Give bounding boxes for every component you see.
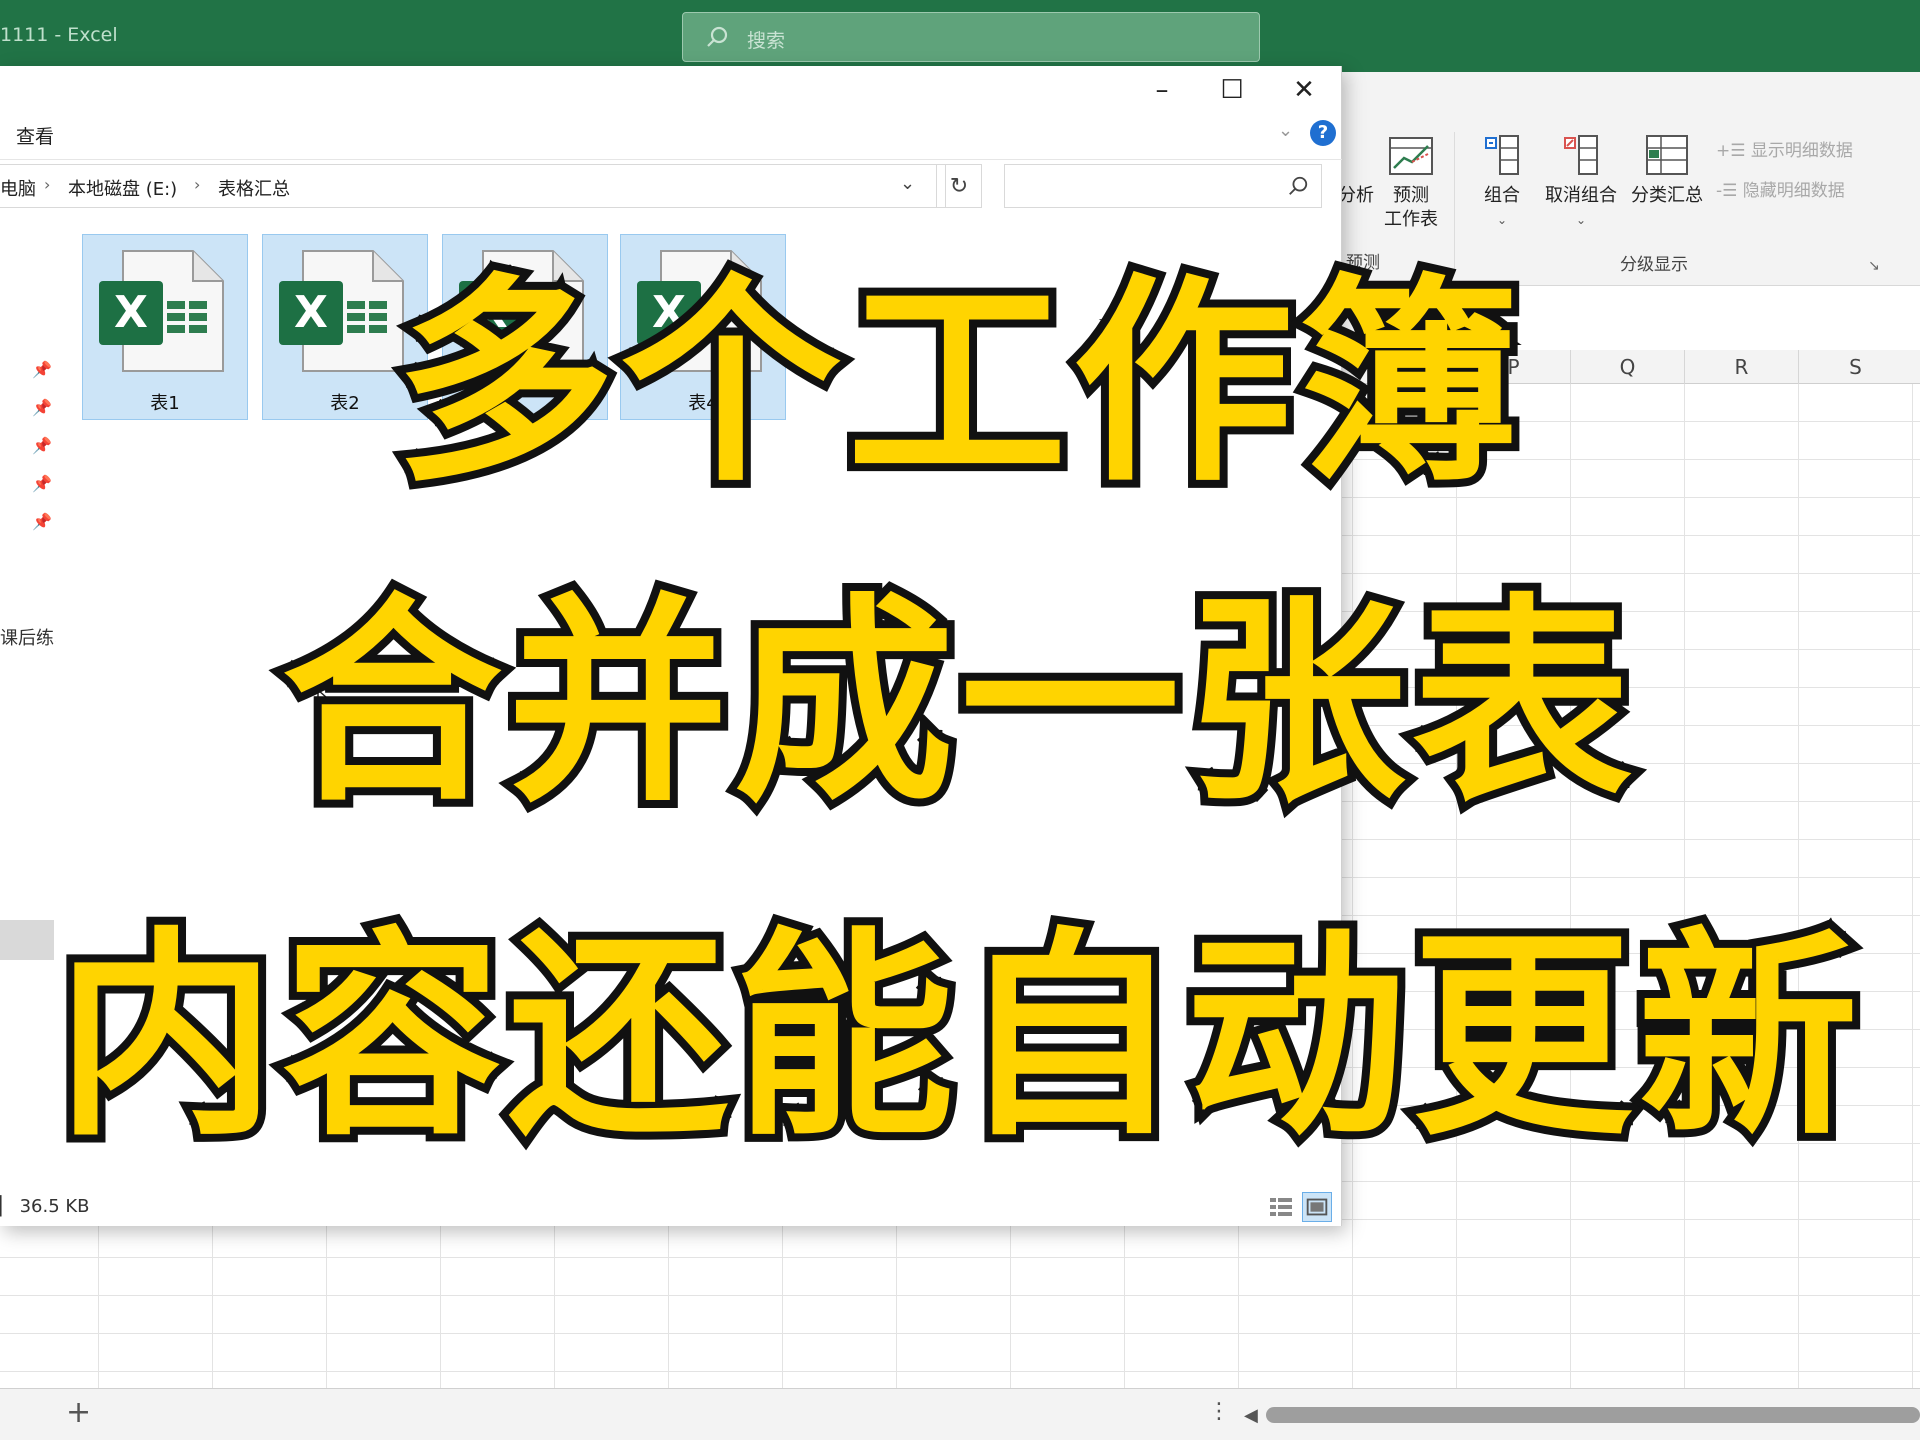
subtotal-label: 分类汇总 [1631, 185, 1703, 206]
excel-search-placeholder: 搜索 [747, 30, 786, 52]
ungroup-icon [1564, 135, 1598, 175]
show-detail-button[interactable]: +☰ 显示明细数据 [1716, 136, 1853, 161]
maximize-button[interactable]: ☐ [1202, 72, 1262, 108]
forecast-sheet-button[interactable]: 预测 工作表 [1380, 134, 1442, 232]
show-detail-icon: +☰ [1716, 141, 1751, 161]
close-button[interactable]: ✕ [1274, 72, 1334, 108]
grid-line [1570, 384, 1571, 1388]
excel-window-title: 1111 - Excel [0, 24, 118, 46]
menu-view[interactable]: 查看 [16, 122, 54, 149]
address-bar[interactable]: 电脑 › 本地磁盘 (E:) › 表格汇总 ⌄ [0, 164, 946, 208]
explorer-menu-bar [0, 114, 1342, 160]
explorer-status-bar: ▏ 36.5 KB [0, 1190, 1342, 1226]
horizontal-scrollbar[interactable] [1266, 1407, 1920, 1423]
grid-line [1798, 384, 1799, 1388]
group-button[interactable]: 组合 ⌄ [1474, 134, 1530, 232]
help-icon[interactable]: ? [1310, 120, 1336, 146]
hide-detail-icon: -☰ [1716, 181, 1743, 201]
chevron-down-icon[interactable]: ⌄ [900, 173, 915, 194]
grid-line [1352, 384, 1353, 1388]
explorer-title-bar: – ☐ ✕ [0, 66, 1342, 114]
ribbon-divider [1454, 132, 1455, 272]
grid-line [1684, 384, 1685, 1388]
details-view-icon[interactable] [1266, 1192, 1296, 1222]
forecast-sheet-label: 预测 工作表 [1384, 185, 1438, 230]
minimize-button[interactable]: – [1132, 72, 1192, 108]
ungroup-button[interactable]: 取消组合 ⌄ [1538, 134, 1624, 232]
status-size: 36.5 KB [19, 1196, 90, 1217]
breadcrumb-computer[interactable]: 电脑 [0, 175, 36, 201]
pin-icon[interactable]: 📌 [32, 512, 52, 531]
explorer-search-input[interactable] [1004, 164, 1322, 208]
group-icon [1485, 135, 1519, 175]
add-sheet-button[interactable]: + [66, 1395, 91, 1431]
analysis-label: 分析 [1338, 185, 1374, 206]
ungroup-label: 取消组合 [1545, 185, 1617, 206]
refresh-button[interactable]: ↻ [936, 164, 982, 208]
caption-line-2: 合并成一张表 [274, 570, 1640, 836]
chevron-down-icon: ⌄ [1575, 213, 1587, 227]
large-icons-view-icon[interactable] [1302, 1192, 1332, 1222]
forecast-sheet-icon [1389, 137, 1433, 175]
screen: 1111 - Excel 搜索 分析 预测 工作表 预测 组合 ⌄ 取消组合 ⌄… [0, 0, 1920, 1440]
hide-detail-button[interactable]: -☰ 隐藏明细数据 [1716, 176, 1845, 201]
excel-title-bar: 1111 - Excel 搜索 [0, 0, 1920, 72]
breadcrumb-folder[interactable]: 表格汇总 [218, 175, 290, 201]
show-detail-label: 显示明细数据 [1750, 141, 1853, 161]
excel-search-box[interactable]: 搜索 [682, 12, 1260, 62]
more-options-icon[interactable]: ⋮ [1208, 1399, 1230, 1424]
scroll-left-icon[interactable]: ◀ [1244, 1405, 1258, 1426]
search-icon [1289, 176, 1308, 195]
subtotal-icon [1646, 135, 1688, 175]
grid-line [1456, 384, 1457, 1388]
search-icon [707, 26, 728, 47]
hide-detail-label: 隐藏明细数据 [1742, 181, 1845, 201]
breadcrumb-local-disk[interactable]: 本地磁盘 (E:) [68, 175, 177, 201]
chevron-right-icon[interactable]: › [194, 175, 200, 194]
what-if-analysis-button[interactable]: 分析 [1338, 184, 1374, 208]
grid-line [1912, 384, 1913, 1388]
status-selection-size: ▏ 36.5 KB [0, 1196, 90, 1217]
chevron-down-icon[interactable]: ⌄ [1278, 120, 1293, 141]
caption-line-3: 内容还能自动更新 [48, 904, 1866, 1170]
chevron-right-icon[interactable]: › [44, 175, 50, 194]
subtotal-button[interactable]: 分类汇总 [1626, 134, 1708, 208]
group-label: 组合 [1484, 185, 1520, 206]
chevron-down-icon: ⌄ [1496, 213, 1508, 227]
sheet-tab-bar: + ⋮ ◀ [0, 1388, 1920, 1440]
caption-line-1: 多个工作簿 [387, 250, 1527, 516]
